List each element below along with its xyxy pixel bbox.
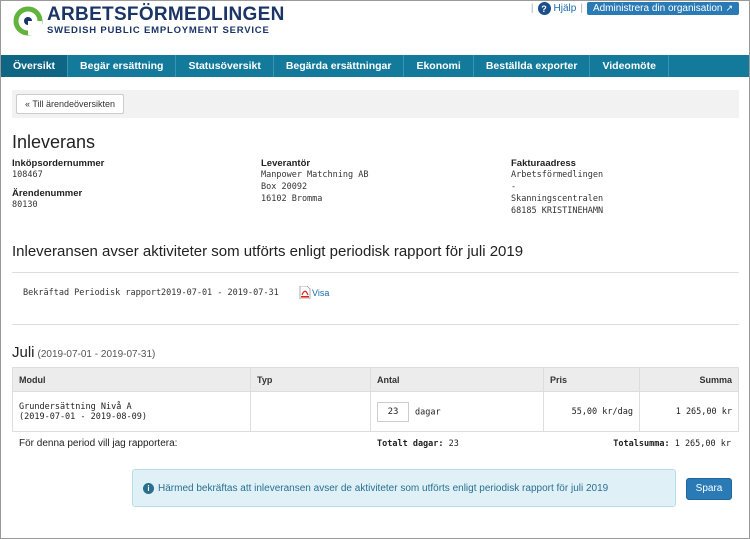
price-cell: 55,00 kr/dag (543, 391, 640, 432)
po-label: Inköpsordernummer (12, 158, 105, 169)
divider (12, 272, 739, 273)
nav-item-begarda-ersattningar[interactable]: Begärda ersättningar (274, 55, 405, 77)
sum-cell: 1 265,00 kr (639, 391, 739, 432)
column-header-summa: Summa (639, 367, 739, 392)
invoice-address: Fakturaadress Arbetsförmedlingen - Skann… (511, 158, 603, 217)
supplier-label: Leverantör (261, 158, 311, 169)
total-sum-value: 1 265,00 kr (674, 439, 731, 449)
divider: | (580, 3, 583, 14)
supplier-info: Leverantör Manpower Matchning AB Box 200… (261, 158, 368, 205)
module-cell: Grundersättning Nivå A (2019-07-01 - 201… (12, 391, 251, 432)
admin-organisation-button[interactable]: Administrera din organisation ↗ (586, 2, 739, 15)
column-header-pris: Pris (543, 367, 640, 392)
help-link[interactable]: ? Hjälp (537, 2, 577, 15)
month-range: (2019-07-01 - 2019-07-31) (37, 349, 156, 360)
supplier-line: 16102 Bromma (261, 194, 323, 204)
case-value: 80130 (12, 200, 38, 210)
confirmation-text: Härmed bekräftas att inleveransen avser … (158, 482, 609, 494)
table-row: Grundersättning Nivå A (2019-07-01 - 201… (12, 391, 739, 432)
month-name: Juli (12, 344, 35, 361)
total-days-value: 23 (448, 439, 459, 449)
column-header-antal: Antal (370, 367, 544, 392)
info-icon: i (143, 482, 154, 494)
supplier-line: Manpower Matchning AB (261, 170, 369, 180)
invoice-line: - (511, 182, 517, 192)
nav-item-oversikt[interactable]: Översikt (1, 55, 69, 77)
external-link-icon: ↗ (725, 3, 733, 13)
po-value: 108467 (12, 170, 43, 180)
total-days: Totalt dagar: 23 (377, 439, 459, 449)
divider (12, 324, 739, 325)
quantity-unit: dagar (415, 407, 441, 417)
section-title: Inleveransen avser aktiviteter som utför… (12, 243, 524, 260)
page-title: Inleverans (12, 132, 96, 152)
question-icon: ? (537, 2, 551, 15)
nav-item-statusoversikt[interactable]: Statusöversikt (176, 55, 274, 77)
divider: | (530, 3, 534, 14)
nav-item-ekonomi[interactable]: Ekonomi (404, 55, 474, 77)
brand-logo[interactable]: ARBETSFÖRMEDLINGEN SWEDISH PUBLIC EMPLOY… (13, 5, 285, 37)
invoice-line: Skanningscentralen (511, 194, 604, 204)
supplier-line: Box 20092 (261, 182, 308, 192)
back-to-overview-button[interactable]: « Till ärendeöversikten (16, 94, 125, 114)
report-period: 2019-07-01 - 2019-07-31 (161, 288, 279, 298)
order-info: Inköpsordernummer 108467 Ärendenummer 80… (12, 158, 104, 211)
confirmation-alert: i Härmed bekräftas att inleveransen avse… (132, 469, 676, 507)
invoice-label: Fakturaadress (511, 158, 576, 169)
help-label: Hjälp (553, 3, 577, 14)
header: ARBETSFÖRMEDLINGEN SWEDISH PUBLIC EMPLOY… (1, 1, 749, 55)
invoice-line: Arbetsförmedlingen (511, 170, 604, 180)
total-sum: Totalsumma: 1 265,00 kr (613, 439, 731, 449)
report-summary-label: För denna period vill jag rapportera: (19, 438, 178, 449)
quantity-input[interactable]: 23 (377, 401, 409, 422)
table-header-row: Modul Typ Antal Pris Summa (12, 367, 739, 392)
module-name: Grundersättning Nivå A (19, 401, 132, 412)
module-period: (2019-07-01 - 2019-08-09) (19, 411, 147, 422)
case-label: Ärendenummer (12, 188, 83, 199)
view-report-link[interactable]: Visa (312, 288, 329, 298)
total-sum-label: Totalsumma: (613, 439, 670, 449)
column-header-typ: Typ (250, 367, 371, 392)
total-days-label: Totalt dagar: (377, 439, 444, 449)
brand-name: ARBETSFÖRMEDLINGEN (47, 4, 285, 25)
delivery-table: Modul Typ Antal Pris Summa Grundersättni… (12, 367, 739, 432)
main-nav: Översikt Begär ersättning Statusöversikt… (1, 55, 749, 77)
invoice-line: 68185 KRISTINEHAMN (511, 206, 604, 216)
report-name: Bekräftad Periodisk rapport (23, 288, 162, 298)
arbetsformedlingen-logo-icon (13, 6, 43, 36)
nav-item-videomote[interactable]: Videomöte (590, 55, 669, 77)
nav-item-bestallda-exporter[interactable]: Beställda exporter (474, 55, 591, 77)
column-header-modul: Modul (12, 367, 251, 392)
pdf-icon[interactable] (299, 286, 311, 299)
month-title: Juli (2019-07-01 - 2019-07-31) (12, 344, 155, 361)
back-bar: « Till ärendeöversikten (12, 90, 739, 118)
type-cell (250, 391, 371, 432)
save-button[interactable]: Spara (686, 478, 732, 500)
admin-label: Administrera din organisation (592, 3, 723, 14)
quantity-cell: 23 dagar (370, 391, 544, 432)
nav-item-begar-ersattning[interactable]: Begär ersättning (68, 55, 177, 77)
brand-subtitle: SWEDISH PUBLIC EMPLOYMENT SERVICE (47, 25, 270, 36)
top-links: | ? Hjälp | Administrera din organisatio… (527, 2, 739, 15)
